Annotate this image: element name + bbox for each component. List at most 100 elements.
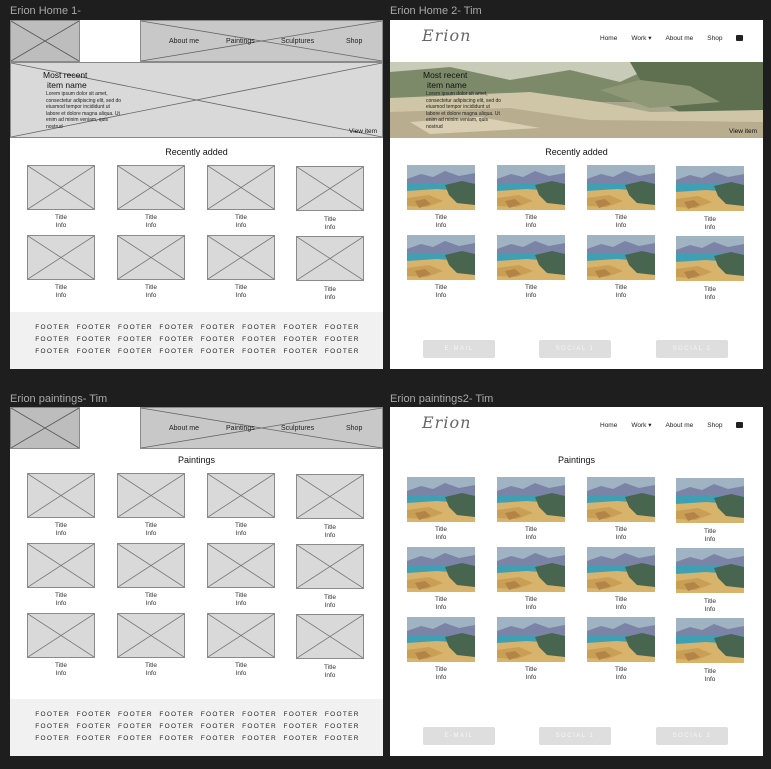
artwork-card[interactable]: Title Info bbox=[497, 235, 565, 300]
artwork-card[interactable]: Title Info bbox=[497, 477, 565, 542]
footer-link[interactable]: FOOTER bbox=[280, 735, 321, 742]
footer-link[interactable]: FOOTER bbox=[322, 711, 363, 718]
footer-link[interactable]: FOOTER bbox=[198, 711, 239, 718]
footer-link[interactable]: FOOTER bbox=[322, 735, 363, 742]
footer-link[interactable]: FOOTER bbox=[115, 336, 156, 343]
image-placeholder[interactable] bbox=[117, 473, 185, 518]
artwork-card[interactable]: Title Info bbox=[207, 613, 275, 678]
artwork-card[interactable]: Title Info bbox=[296, 236, 364, 302]
footer-link[interactable]: FOOTER bbox=[198, 348, 239, 355]
footer-link[interactable]: FOOTER bbox=[239, 711, 280, 718]
frame-paintings-wireframe[interactable]: About me Paintings Sculptures Shop Paint… bbox=[10, 407, 383, 756]
painting-thumbnail[interactable] bbox=[407, 477, 475, 522]
artwork-card[interactable]: Title Info bbox=[117, 235, 185, 300]
footer-link[interactable]: FOOTER bbox=[239, 348, 280, 355]
painting-thumbnail[interactable] bbox=[407, 165, 475, 210]
artwork-card[interactable]: Title Info bbox=[587, 547, 655, 612]
footer-link[interactable]: FOOTER bbox=[239, 336, 280, 343]
painting-thumbnail[interactable] bbox=[676, 618, 744, 663]
footer-link[interactable]: FOOTER bbox=[156, 336, 197, 343]
brand-logo[interactable]: Erion bbox=[422, 26, 471, 45]
footer-link[interactable]: FOOTER bbox=[198, 336, 239, 343]
artwork-card[interactable]: Title Info bbox=[207, 235, 275, 300]
footer-link[interactable]: FOOTER bbox=[280, 324, 321, 331]
nav-shop[interactable]: Shop bbox=[346, 425, 362, 432]
nav-about[interactable]: About me bbox=[169, 38, 199, 45]
nav-sculptures[interactable]: Sculptures bbox=[281, 38, 314, 45]
footer-link[interactable]: FOOTER bbox=[73, 324, 114, 331]
image-placeholder[interactable] bbox=[27, 473, 95, 518]
footer-link[interactable]: FOOTER bbox=[32, 735, 73, 742]
image-placeholder[interactable] bbox=[207, 543, 275, 588]
footer-link[interactable]: FOOTER bbox=[73, 723, 114, 730]
social-1-button[interactable]: SOCIAL 1 bbox=[539, 727, 611, 745]
footer-link[interactable]: FOOTER bbox=[32, 723, 73, 730]
artwork-card[interactable]: Title Info bbox=[587, 617, 655, 682]
artwork-card[interactable]: Title Info bbox=[117, 473, 185, 538]
footer-link[interactable]: FOOTER bbox=[322, 324, 363, 331]
image-placeholder[interactable] bbox=[117, 613, 185, 658]
footer-link[interactable]: FOOTER bbox=[115, 711, 156, 718]
nav-about[interactable]: About me bbox=[169, 425, 199, 432]
footer-link[interactable]: FOOTER bbox=[73, 711, 114, 718]
social-1-button[interactable]: SOCIAL 1 bbox=[539, 340, 611, 358]
footer-link[interactable]: FOOTER bbox=[239, 324, 280, 331]
frame-home-hifi[interactable]: Erion Home Work ▾ About me Shop Most rec… bbox=[390, 20, 763, 369]
artwork-card[interactable]: Title Info bbox=[497, 617, 565, 682]
nav-shop[interactable]: Shop bbox=[707, 422, 722, 429]
footer-link[interactable]: FOOTER bbox=[115, 348, 156, 355]
artwork-card[interactable]: Title Info bbox=[497, 165, 565, 230]
image-placeholder[interactable] bbox=[207, 235, 275, 280]
painting-thumbnail[interactable] bbox=[676, 236, 744, 281]
image-placeholder[interactable] bbox=[27, 543, 95, 588]
artwork-card[interactable]: Title Info bbox=[117, 165, 185, 230]
brand-logo[interactable]: Erion bbox=[422, 413, 471, 432]
nav-work[interactable]: Work ▾ bbox=[631, 34, 651, 42]
painting-thumbnail[interactable] bbox=[497, 547, 565, 592]
footer-link[interactable]: FOOTER bbox=[280, 711, 321, 718]
footer-link[interactable]: FOOTER bbox=[115, 735, 156, 742]
artwork-card[interactable]: Title Info bbox=[676, 548, 744, 614]
painting-thumbnail[interactable] bbox=[587, 547, 655, 592]
artwork-card[interactable]: Title Info bbox=[296, 166, 364, 232]
artwork-card[interactable]: Title Info bbox=[407, 547, 475, 612]
footer-link[interactable]: FOOTER bbox=[280, 723, 321, 730]
nav-about[interactable]: About me bbox=[665, 422, 693, 429]
artwork-card[interactable]: Title Info bbox=[407, 617, 475, 682]
artwork-card[interactable]: Title Info bbox=[27, 613, 95, 678]
footer-link[interactable]: FOOTER bbox=[115, 723, 156, 730]
artwork-card[interactable]: Title Info bbox=[587, 165, 655, 230]
artwork-card[interactable]: Title Info bbox=[407, 165, 475, 230]
footer-link[interactable]: FOOTER bbox=[32, 324, 73, 331]
footer-link[interactable]: FOOTER bbox=[280, 348, 321, 355]
painting-thumbnail[interactable] bbox=[587, 477, 655, 522]
footer-link[interactable]: FOOTER bbox=[156, 735, 197, 742]
image-placeholder[interactable] bbox=[207, 613, 275, 658]
artwork-card[interactable]: Title Info bbox=[587, 235, 655, 300]
footer-link[interactable]: FOOTER bbox=[239, 735, 280, 742]
nav-shop[interactable]: Shop bbox=[346, 38, 362, 45]
frame-home-wireframe[interactable]: About me Paintings Sculptures Shop Most … bbox=[10, 20, 383, 369]
painting-thumbnail[interactable] bbox=[676, 548, 744, 593]
painting-thumbnail[interactable] bbox=[587, 235, 655, 280]
artwork-card[interactable]: Title Info bbox=[587, 477, 655, 542]
image-placeholder[interactable] bbox=[296, 166, 364, 211]
footer-link[interactable]: FOOTER bbox=[115, 324, 156, 331]
image-placeholder[interactable] bbox=[117, 235, 185, 280]
image-placeholder[interactable] bbox=[27, 235, 95, 280]
nav-paintings[interactable]: Paintings bbox=[226, 38, 255, 45]
artwork-card[interactable]: Title Info bbox=[296, 474, 364, 540]
artwork-card[interactable]: Title Info bbox=[676, 166, 744, 232]
nav-home[interactable]: Home bbox=[600, 35, 617, 42]
artwork-card[interactable]: Title Info bbox=[27, 235, 95, 300]
nav-work[interactable]: Work ▾ bbox=[631, 421, 651, 429]
frame-paintings-hifi[interactable]: Erion Home Work ▾ About me Shop Painting… bbox=[390, 407, 763, 756]
footer-link[interactable]: FOOTER bbox=[239, 723, 280, 730]
social-2-button[interactable]: SOCIAL 2 bbox=[656, 340, 728, 358]
nav-shop[interactable]: Shop bbox=[707, 35, 722, 42]
painting-thumbnail[interactable] bbox=[497, 477, 565, 522]
view-item-link[interactable]: View item bbox=[349, 128, 377, 135]
footer-link[interactable]: FOOTER bbox=[322, 723, 363, 730]
cart-icon[interactable] bbox=[736, 35, 744, 41]
painting-thumbnail[interactable] bbox=[497, 617, 565, 662]
